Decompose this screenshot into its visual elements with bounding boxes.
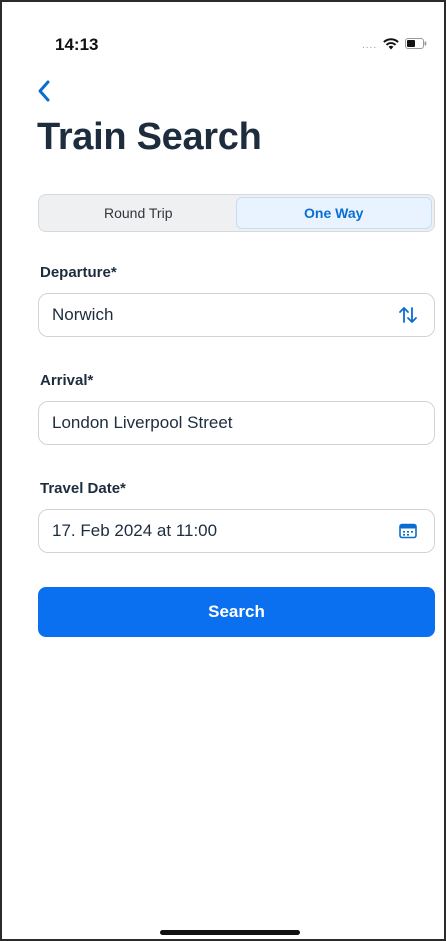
travel-date-input[interactable] [52, 521, 396, 541]
back-button[interactable] [35, 78, 65, 108]
calendar-button[interactable] [396, 519, 420, 543]
arrival-input[interactable] [52, 413, 420, 433]
travel-date-label: Travel Date* [40, 480, 126, 497]
status-time: 14:13 [55, 35, 99, 54]
page-title: Train Search [37, 116, 262, 158]
swap-arrows-icon [399, 307, 417, 323]
travel-date-field [38, 509, 435, 553]
departure-input[interactable] [52, 305, 396, 325]
arrival-field [38, 401, 435, 445]
arrival-label: Arrival* [40, 372, 94, 389]
home-indicator[interactable] [160, 930, 300, 935]
swap-button[interactable] [396, 303, 420, 327]
wifi-icon [383, 37, 399, 50]
calendar-icon [399, 523, 417, 539]
one-way-tab[interactable]: One Way [235, 197, 432, 229]
signal-icon: .... [362, 40, 378, 51]
chevron-left-icon [38, 80, 50, 102]
status-bar: 14:13 .... [2, 2, 444, 82]
status-icons: .... [362, 36, 427, 51]
trip-type-segmented-control: Round Trip One Way [38, 194, 435, 232]
phone-screen: 14:13 .... Train Search Round Trip One W… [0, 0, 446, 941]
search-button[interactable]: Search [38, 587, 435, 637]
departure-label: Departure* [40, 264, 117, 281]
departure-field [38, 293, 435, 337]
round-trip-tab[interactable]: Round Trip [41, 197, 236, 229]
battery-icon [405, 38, 427, 49]
